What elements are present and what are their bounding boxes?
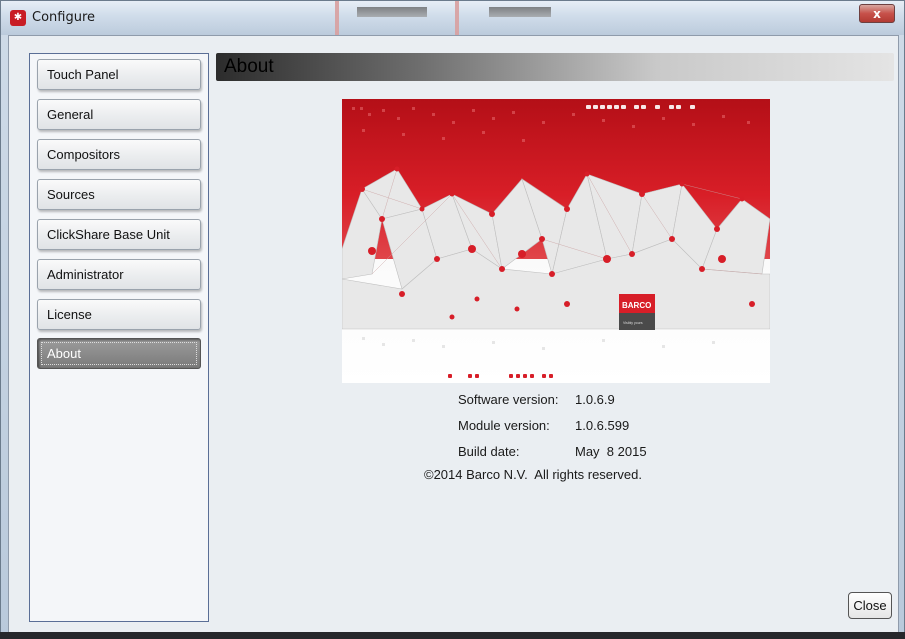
module-version-value: 1.0.6.599 <box>575 418 630 433</box>
sidebar-item-sources[interactable]: Sources <box>37 179 201 210</box>
close-icon: x <box>873 7 881 21</box>
focus-rectangle <box>41 342 197 365</box>
page-header: About <box>216 53 894 81</box>
titlebar-decoration <box>335 1 339 35</box>
title-bar[interactable]: ✱ Configure x <box>1 1 904 35</box>
page-title: About <box>224 56 274 77</box>
splash-graphic: BARCO Visibly yours <box>342 99 770 383</box>
module-version-label: Module version: <box>458 418 550 433</box>
close-button[interactable]: Close <box>848 592 892 619</box>
sidebar-item-label: ClickShare Base Unit <box>47 227 170 242</box>
about-splash-image: BARCO Visibly yours <box>342 99 770 383</box>
sidebar-item-label: License <box>47 307 92 322</box>
sidebar: Touch Panel General Compositors Sources … <box>29 53 209 622</box>
titlebar-decoration <box>489 7 551 17</box>
barco-configure-icon: ✱ <box>10 10 26 26</box>
sidebar-item-clickshare-base-unit[interactable]: ClickShare Base Unit <box>37 219 201 250</box>
sidebar-item-label: Compositors <box>47 147 120 162</box>
desktop-background-strip <box>0 632 905 639</box>
build-date-value: May 8 2015 <box>575 444 647 459</box>
software-version-label: Software version: <box>458 392 559 407</box>
sidebar-item-compositors[interactable]: Compositors <box>37 139 201 170</box>
titlebar-decoration <box>357 7 427 17</box>
sidebar-item-about[interactable]: About <box>37 338 201 369</box>
sidebar-item-label: Touch Panel <box>47 67 119 82</box>
sidebar-item-license[interactable]: License <box>37 299 201 330</box>
sidebar-item-label: Sources <box>47 187 95 202</box>
sidebar-item-label: General <box>47 107 94 122</box>
window-close-button[interactable]: x <box>859 4 895 23</box>
build-date-label: Build date: <box>458 444 520 459</box>
sidebar-item-touch-panel[interactable]: Touch Panel <box>37 59 201 90</box>
sidebar-item-general[interactable]: General <box>37 99 201 130</box>
copyright-text: ©2014 Barco N.V. All rights reserved. <box>424 467 642 482</box>
brand-tagline-text: Visibly yours <box>623 321 643 325</box>
titlebar-decoration <box>455 1 459 35</box>
sidebar-item-administrator[interactable]: Administrator <box>37 259 201 290</box>
sidebar-item-label: Administrator <box>47 267 124 282</box>
close-button-label: Close <box>853 598 887 613</box>
window-title: Configure <box>32 10 96 25</box>
brand-logo-text: BARCO <box>622 301 651 310</box>
barco-logo: BARCO Visibly yours <box>619 294 655 330</box>
software-version-value: 1.0.6.9 <box>575 392 615 407</box>
